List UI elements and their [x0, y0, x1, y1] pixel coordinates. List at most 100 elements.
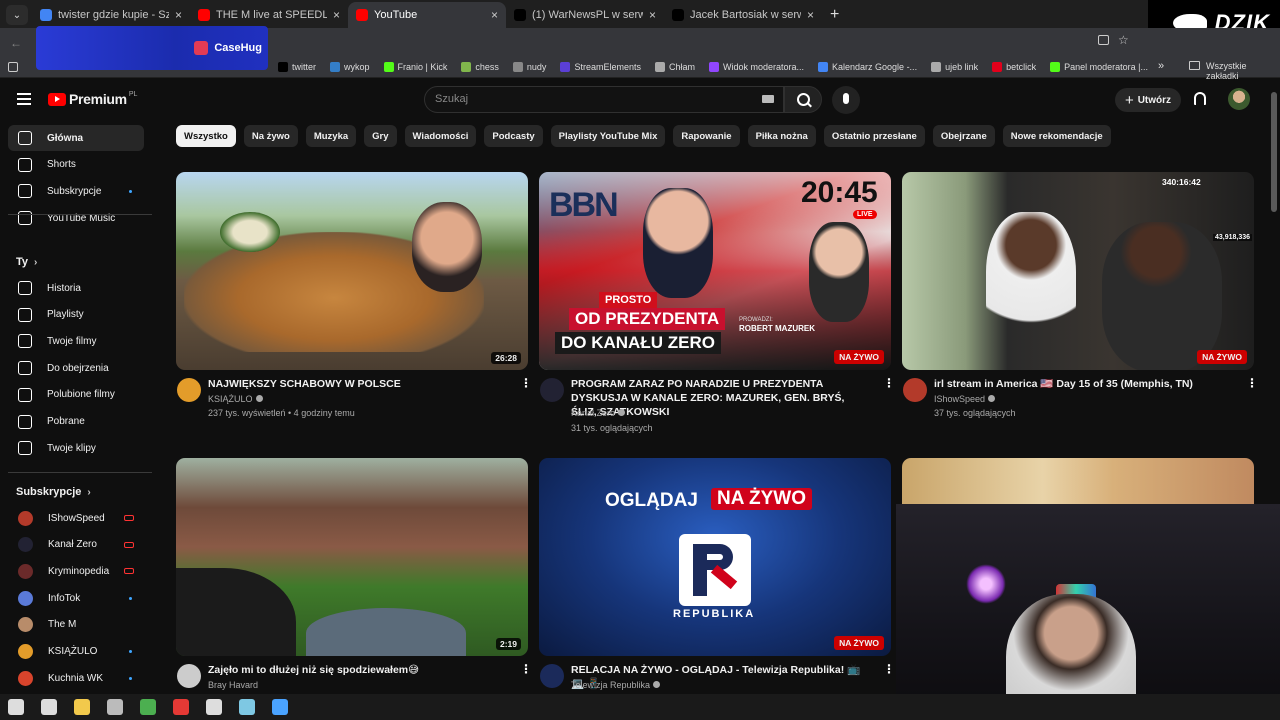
video-thumbnail[interactable]: BBN 20:45 LIVE PROSTO OD PREZYDENTA DO K…: [539, 172, 891, 370]
filter-chip[interactable]: Rapowanie: [673, 125, 740, 147]
chrome-icon[interactable]: [140, 699, 156, 715]
sidebar-item[interactable]: The M: [8, 612, 144, 638]
bookmark-item[interactable]: twitter: [278, 61, 316, 72]
video-thumbnail[interactable]: 340:16:42 43,918,336 NA ŻYWO: [902, 172, 1254, 370]
install-app-icon[interactable]: [1098, 35, 1109, 45]
sidebar-item[interactable]: Kuchnia WK: [8, 665, 144, 691]
sidebar-item[interactable]: Playlisty: [8, 302, 144, 328]
apps-grid-icon[interactable]: [8, 61, 18, 72]
search-button[interactable]: [784, 86, 822, 113]
bookmark-item[interactable]: ujeb link: [931, 61, 978, 72]
sidebar-item[interactable]: Główna: [8, 125, 144, 151]
browser-tab[interactable]: (1) WarNewsPL w serwisie X: „ ×: [506, 2, 664, 28]
bookmark-item[interactable]: betclick: [992, 61, 1036, 72]
browser-tab[interactable]: YouTube ×: [348, 2, 506, 28]
filter-chip[interactable]: Obejrzane: [932, 125, 995, 147]
tab-close-icon[interactable]: ×: [649, 8, 656, 22]
video-thumbnail[interactable]: OGLĄDAJ NA ŻYWO REPUBLIKA NA ŻYWO: [539, 458, 891, 656]
file-explorer-icon[interactable]: [74, 699, 90, 715]
page-scrollbar[interactable]: [1271, 92, 1277, 212]
keyboard-icon[interactable]: [762, 95, 774, 103]
sidebar-subscriptions-header[interactable]: Subskrypcje ›: [16, 486, 91, 498]
sidebar-item[interactable]: InfoTok: [8, 585, 144, 611]
back-arrow-icon[interactable]: ←: [10, 36, 22, 50]
sidebar-item[interactable]: Polubione filmy: [8, 382, 144, 408]
filter-chip[interactable]: Playlisty YouTube Mix: [550, 125, 666, 147]
channel-avatar[interactable]: [903, 378, 927, 402]
filter-chip[interactable]: Piłka nożna: [747, 125, 816, 147]
sidebar-item[interactable]: Kanał Zero: [8, 532, 144, 558]
more-options-icon[interactable]: ⋮: [1246, 377, 1258, 389]
more-options-icon[interactable]: ⋮: [883, 377, 895, 389]
more-options-icon[interactable]: ⋮: [520, 377, 532, 389]
bookmark-item[interactable]: Kalendarz Google -...: [818, 61, 917, 72]
filter-chip[interactable]: Ostatnio przesłane: [823, 125, 925, 147]
sidebar-item[interactable]: IShowSpeed: [8, 505, 144, 531]
app-icon[interactable]: [239, 699, 255, 715]
sidebar-item[interactable]: YouTube Music: [8, 205, 144, 231]
sidebar-item[interactable]: Historia: [8, 275, 144, 301]
filter-chip[interactable]: Gry: [364, 125, 397, 147]
voice-search-icon[interactable]: [832, 86, 860, 114]
channel-name[interactable]: KSIĄŻULO: [208, 394, 263, 404]
filter-chip[interactable]: Na żywo: [243, 125, 298, 147]
filter-chip[interactable]: Muzyka: [305, 125, 357, 147]
bookmark-item[interactable]: Panel moderatora |...: [1050, 61, 1148, 72]
app-icon[interactable]: [272, 699, 288, 715]
bookmark-star-icon[interactable]: ☆: [1118, 33, 1129, 47]
channel-name[interactable]: IShowSpeed: [934, 394, 996, 404]
bookmark-item[interactable]: chess: [461, 61, 499, 72]
bookmark-item[interactable]: nudy: [512, 61, 546, 72]
create-button[interactable]: + Utwórz: [1115, 88, 1181, 112]
sidebar-item[interactable]: Twoje klipy: [8, 435, 144, 461]
all-bookmarks-link[interactable]: Wszystkie zakładki: [1206, 61, 1280, 81]
settings-gear-icon[interactable]: [206, 699, 222, 715]
video-title[interactable]: Zajęło mi to dłużej niż się spodziewałem…: [208, 663, 508, 677]
app-icon[interactable]: [107, 699, 123, 715]
sidebar-item[interactable]: Pobrane: [8, 409, 144, 435]
search-input[interactable]: Szukaj: [424, 86, 784, 113]
tab-close-icon[interactable]: ×: [491, 8, 498, 22]
video-thumbnail[interactable]: 2:19: [176, 458, 528, 656]
tab-close-icon[interactable]: ×: [807, 8, 814, 22]
channel-name[interactable]: Bray Havard: [208, 680, 258, 690]
sidebar-item[interactable]: Twoje filmy: [8, 328, 144, 354]
bookmark-item[interactable]: Chłam: [654, 61, 695, 72]
tab-close-icon[interactable]: ×: [175, 8, 182, 22]
bookmarks-overflow-button[interactable]: »: [1158, 60, 1164, 72]
app-icon[interactable]: [173, 699, 189, 715]
new-tab-button[interactable]: +: [830, 6, 839, 24]
video-thumbnail[interactable]: [902, 458, 1254, 506]
more-options-icon[interactable]: ⋮: [883, 663, 895, 675]
bookmark-item[interactable]: Widok moderatora...: [708, 61, 804, 72]
tab-search-button[interactable]: ⌄: [6, 5, 28, 25]
youtube-premium-logo[interactable]: Premium PL: [48, 91, 137, 107]
sidebar-item[interactable]: Shorts: [8, 152, 144, 178]
channel-name[interactable]: Telewizja Republika: [571, 680, 661, 690]
bookmark-item[interactable]: wykop: [330, 61, 370, 72]
filter-chip[interactable]: Wszystko: [176, 125, 236, 147]
channel-avatar[interactable]: [177, 664, 201, 688]
menu-hamburger-icon[interactable]: [17, 93, 31, 105]
sidebar-item[interactable]: KSIĄŻULO: [8, 639, 144, 665]
sidebar-item[interactable]: Do obejrzenia: [8, 355, 144, 381]
search-icon[interactable]: [41, 699, 57, 715]
channel-name[interactable]: Kanał Zero: [571, 408, 626, 418]
sidebar-you-header[interactable]: Ty ›: [16, 256, 37, 268]
tab-close-icon[interactable]: ×: [333, 8, 340, 22]
browser-tab[interactable]: THE M live at SPEEDLAND ×: [190, 2, 348, 28]
video-title[interactable]: NAJWIĘKSZY SCHABOWY W POLSCE: [208, 377, 508, 391]
bookmark-item[interactable]: StreamElements: [560, 61, 641, 72]
channel-avatar[interactable]: [177, 378, 201, 402]
browser-tab[interactable]: Jacek Bartosiak w serwisie X: „ ×: [664, 2, 822, 28]
channel-avatar[interactable]: [540, 378, 564, 402]
channel-avatar[interactable]: [540, 664, 564, 688]
filter-chip[interactable]: Nowe rekomendacje: [1002, 125, 1111, 147]
video-title[interactable]: irl stream in America 🇺🇸 Day 15 of 35 (M…: [934, 377, 1234, 391]
bookmark-item[interactable]: Franio | Kick: [383, 61, 447, 72]
browser-tab[interactable]: twister gdzie kupie - Szukaj w G ×: [32, 2, 190, 28]
filter-chip[interactable]: Wiadomości: [404, 125, 477, 147]
filter-chip[interactable]: Podcasty: [484, 125, 543, 147]
video-thumbnail[interactable]: 26:28: [176, 172, 528, 370]
more-options-icon[interactable]: ⋮: [520, 663, 532, 675]
